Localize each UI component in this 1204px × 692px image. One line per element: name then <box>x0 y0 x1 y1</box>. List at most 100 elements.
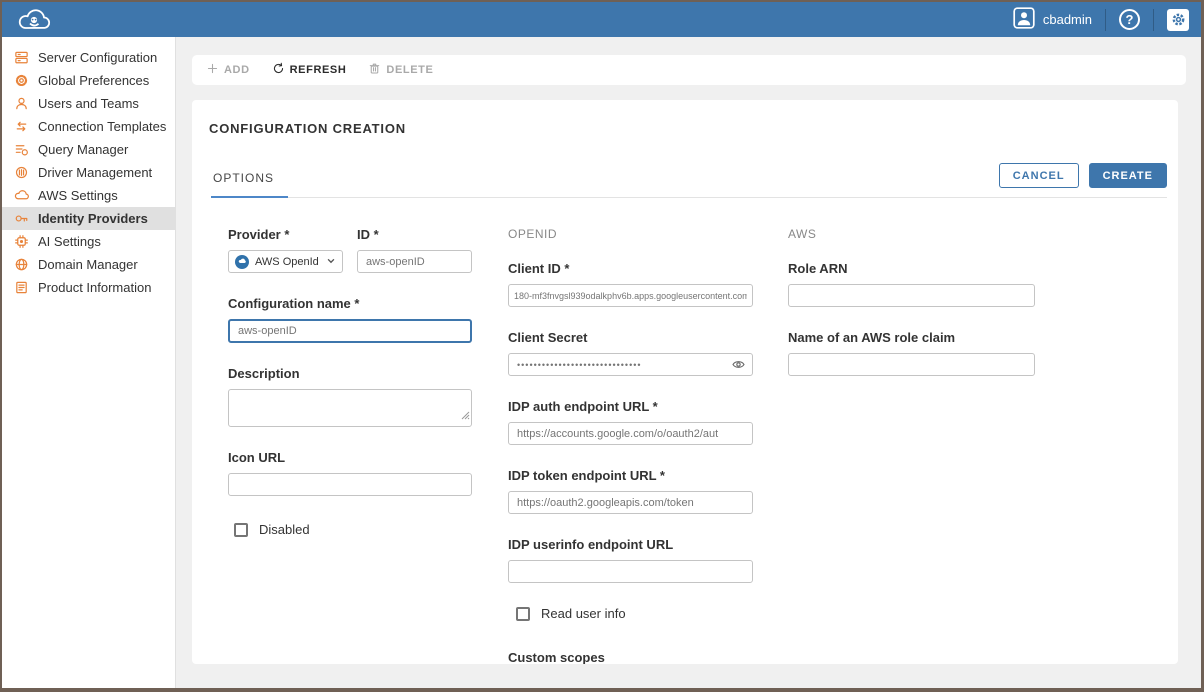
idp-userinfo-endpoint-input[interactable] <box>508 560 753 583</box>
configuration-name-label: Configuration name * <box>228 296 472 311</box>
sidebar-item-users-and-teams[interactable]: Users and Teams <box>2 92 175 115</box>
client-secret-input[interactable] <box>508 353 753 376</box>
sidebar-item-global-preferences[interactable]: Global Preferences <box>2 69 175 92</box>
description-textarea[interactable] <box>228 389 472 427</box>
disabled-checkbox[interactable] <box>234 523 248 537</box>
sidebar-item-label: Query Manager <box>38 142 128 157</box>
toolbar-action-label: REFRESH <box>290 64 347 76</box>
read-user-info-checkbox-row[interactable]: Read user info <box>516 606 753 621</box>
add-button[interactable]: ADD <box>206 62 250 78</box>
configuration-form: Provider * AWS OpenId <box>228 227 1178 664</box>
id-label: ID * <box>357 227 472 242</box>
trash-icon <box>368 62 381 78</box>
sidebar-item-label: Domain Manager <box>38 257 138 272</box>
sidebar-item-label: Connection Templates <box>38 119 166 134</box>
sidebar-item-connection-templates[interactable]: Connection Templates <box>2 115 175 138</box>
sidebar-item-query-manager[interactable]: Query Manager <box>2 138 175 161</box>
user-avatar-icon <box>1013 7 1035 32</box>
sidebar-item-label: AWS Settings <box>38 188 118 203</box>
tab-options[interactable]: OPTIONS <box>211 171 288 198</box>
server-icon <box>14 50 29 65</box>
items-toolbar: ADD REFRESH DELETE <box>192 55 1186 85</box>
sidebar-item-label: Product Information <box>38 280 151 295</box>
sidebar-item-server-configuration[interactable]: Server Configuration <box>2 46 175 69</box>
icon-url-label: Icon URL <box>228 450 472 465</box>
refresh-icon <box>272 62 285 78</box>
show-password-eye-icon[interactable] <box>732 358 745 376</box>
swap-arrows-icon <box>14 119 29 134</box>
aws-role-claim-label: Name of an AWS role claim <box>788 330 1035 345</box>
aws-section-header: AWS <box>788 227 1035 241</box>
client-secret-label: Client Secret <box>508 330 753 345</box>
globe-icon <box>14 257 29 272</box>
header-divider <box>1153 9 1154 31</box>
sidebar-item-ai-settings[interactable]: AI Settings <box>2 230 175 253</box>
sidebar-item-label: Users and Teams <box>38 96 139 111</box>
provider-label: Provider * <box>228 227 343 242</box>
header-divider <box>1105 9 1106 31</box>
sidebar-item-label: AI Settings <box>38 234 101 249</box>
idp-auth-endpoint-input[interactable] <box>508 422 753 445</box>
read-user-info-checkbox[interactable] <box>516 607 530 621</box>
toolbar-action-label: ADD <box>224 64 250 76</box>
icon-url-input[interactable] <box>228 473 472 496</box>
aws-role-claim-input[interactable] <box>788 353 1035 376</box>
app-window: cbadmin ? Server Configuration Global Pre… <box>0 0 1204 692</box>
help-icon[interactable]: ? <box>1119 9 1140 30</box>
sidebar-item-aws-settings[interactable]: AWS Settings <box>2 184 175 207</box>
sidebar-item-domain-manager[interactable]: Domain Manager <box>2 253 175 276</box>
key-icon <box>14 211 29 226</box>
disabled-checkbox-label: Disabled <box>259 522 310 537</box>
sidebar-item-label: Driver Management <box>38 165 152 180</box>
tab-bar: OPTIONS CANCEL CREATE <box>211 161 1167 198</box>
client-id-input[interactable] <box>508 284 753 307</box>
client-id-label: Client ID * <box>508 261 753 276</box>
toolbar-action-label: DELETE <box>386 64 433 76</box>
role-arn-input[interactable] <box>788 284 1035 307</box>
provider-select[interactable]: AWS OpenId <box>228 250 343 273</box>
chevron-down-icon <box>326 253 336 271</box>
id-input[interactable] <box>357 250 472 273</box>
custom-scopes-label: Custom scopes <box>508 650 753 664</box>
cloud-icon <box>14 188 29 203</box>
aws-openid-provider-icon <box>235 255 249 269</box>
description-label: Description <box>228 366 472 381</box>
user-icon <box>14 96 29 111</box>
admin-sidebar: Server Configuration Global Preferences Us… <box>2 37 176 688</box>
user-name: cbadmin <box>1043 12 1092 27</box>
sidebar-item-label: Server Configuration <box>38 50 157 65</box>
role-arn-label: Role ARN <box>788 261 1035 276</box>
sidebar-item-driver-management[interactable]: Driver Management <box>2 161 175 184</box>
gear-icon <box>14 73 29 88</box>
document-icon <box>14 280 29 295</box>
sidebar-item-label: Identity Providers <box>38 211 148 226</box>
sidebar-item-identity-providers[interactable]: Identity Providers <box>2 207 175 230</box>
idp-token-endpoint-label: IDP token endpoint URL * <box>508 468 753 483</box>
resize-handle-icon[interactable] <box>461 407 470 425</box>
plus-icon <box>206 62 219 78</box>
administration-settings-icon[interactable] <box>1167 9 1189 31</box>
provider-value: AWS OpenId <box>255 256 320 268</box>
configuration-panel: CONFIGURATION CREATION OPTIONS CANCEL CR… <box>192 100 1178 664</box>
query-list-icon <box>14 142 29 157</box>
delete-button[interactable]: DELETE <box>368 62 433 78</box>
idp-userinfo-endpoint-label: IDP userinfo endpoint URL <box>508 537 753 552</box>
openid-section-header: OPENID <box>508 227 753 241</box>
idp-auth-endpoint-label: IDP auth endpoint URL * <box>508 399 753 414</box>
top-bar: cbadmin ? <box>2 2 1201 37</box>
refresh-button[interactable]: REFRESH <box>272 62 347 78</box>
configuration-name-input[interactable] <box>228 319 472 343</box>
user-menu[interactable]: cbadmin <box>1013 7 1092 32</box>
driver-icon <box>14 165 29 180</box>
idp-token-endpoint-input[interactable] <box>508 491 753 514</box>
disabled-checkbox-row[interactable]: Disabled <box>234 522 472 537</box>
read-user-info-label: Read user info <box>541 606 626 621</box>
ai-chip-icon <box>14 234 29 249</box>
cloudbeaver-logo-icon[interactable] <box>14 7 58 33</box>
create-button[interactable]: CREATE <box>1089 163 1167 188</box>
main-area: ADD REFRESH DELETE CONFIGURATION CREATION … <box>176 37 1201 688</box>
sidebar-item-label: Global Preferences <box>38 73 149 88</box>
cancel-button[interactable]: CANCEL <box>999 163 1079 188</box>
sidebar-item-product-information[interactable]: Product Information <box>2 276 175 299</box>
page-title: CONFIGURATION CREATION <box>192 100 1178 136</box>
